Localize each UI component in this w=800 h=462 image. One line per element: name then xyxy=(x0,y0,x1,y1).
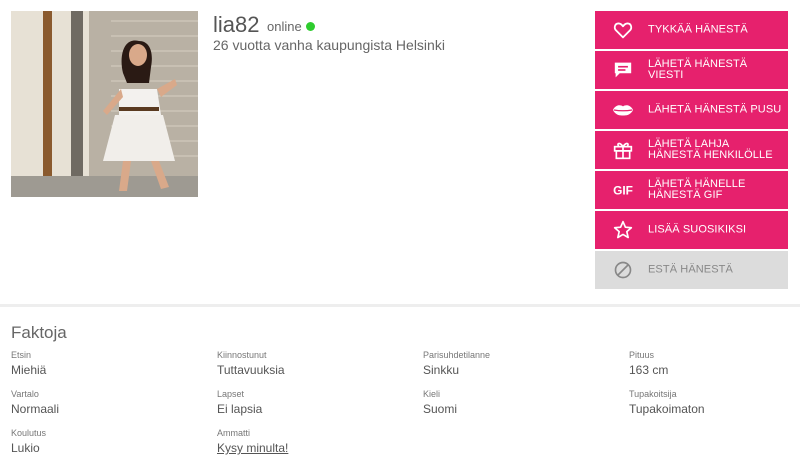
fact-children: Lapset Ei lapsia xyxy=(217,389,262,416)
gif-icon: GIF xyxy=(612,179,634,201)
svg-text:GIF: GIF xyxy=(613,184,633,197)
fact-label: Kieli xyxy=(423,389,441,399)
message-icon xyxy=(612,59,634,81)
fact-label: Kiinnostunut xyxy=(217,350,267,360)
action-panel: Tykkää hänestä Lähetä hänestä viesti Läh… xyxy=(595,11,788,291)
fact-interested-in: Kiinnostunut Tuttavuuksia xyxy=(217,350,285,377)
fact-label: Tupakoitsija xyxy=(629,389,677,399)
send-gif-button-label: Lähetä hänelle hänestä GIF xyxy=(648,178,746,201)
fact-value: Lukio xyxy=(11,441,40,455)
block-button[interactable]: Estä hänestä xyxy=(595,251,788,289)
profile-subtitle: 26 vuotta vanha kaupungista Helsinki xyxy=(213,37,445,53)
online-dot-icon xyxy=(305,22,315,31)
lips-icon xyxy=(612,99,634,121)
fact-label: Vartalo xyxy=(11,389,39,399)
fact-height: Pituus 163 cm xyxy=(629,350,668,377)
fact-education: Koulutus Lukio xyxy=(11,428,46,455)
block-icon xyxy=(612,259,634,281)
fact-occupation: Ammatti Kysy minulta! xyxy=(217,428,288,455)
fact-value: Ei lapsia xyxy=(217,402,263,416)
block-button-label: Estä hänestä xyxy=(648,263,733,276)
like-button-label: Tykkää hänestä xyxy=(648,23,748,36)
ask-me-link[interactable]: Kysy minulta! xyxy=(217,441,288,455)
facts-title: Faktoja xyxy=(11,323,67,342)
add-favorite-button[interactable]: Lisää suosikiksi xyxy=(595,211,788,249)
fact-label: Lapset xyxy=(217,389,245,399)
like-button[interactable]: Tykkää hänestä xyxy=(595,11,788,49)
fact-relationship-status: Parisuhdetilanne Sinkku xyxy=(423,350,490,377)
online-status-label: online xyxy=(267,19,302,34)
send-kiss-button-label: Lähetä hänestä pusu xyxy=(648,103,782,116)
fact-language: Kieli Suomi xyxy=(423,389,457,416)
fact-value: Tupakoimaton xyxy=(629,402,705,416)
send-gift-button-label: Lähetä lahja hänestä henkilölle xyxy=(648,138,773,161)
profile-photo[interactable] xyxy=(11,11,198,197)
fact-smoker: Tupakoitsija Tupakoimaton xyxy=(629,389,705,416)
fact-value: Sinkku xyxy=(423,363,460,377)
send-message-button[interactable]: Lähetä hänestä viesti xyxy=(595,51,788,89)
star-icon xyxy=(612,219,634,241)
add-favorite-button-label: Lisää suosikiksi xyxy=(648,223,747,236)
fact-label: Etsin xyxy=(11,350,32,360)
send-kiss-button[interactable]: Lähetä hänestä pusu xyxy=(595,91,788,129)
heart-icon xyxy=(612,19,634,41)
fact-value: Tuttavuuksia xyxy=(217,363,285,377)
fact-label: Parisuhdetilanne xyxy=(423,350,491,360)
fact-label: Ammatti xyxy=(217,428,251,438)
online-status: online xyxy=(267,19,315,34)
fact-label: Pituus xyxy=(629,350,655,360)
fact-looking-for: Etsin Miehiä xyxy=(11,350,46,377)
fact-value: Miehiä xyxy=(11,363,47,377)
fact-body-type: Vartalo Normaali xyxy=(11,389,59,416)
gift-icon xyxy=(612,139,634,161)
section-divider xyxy=(0,304,800,307)
send-message-button-label: Lähetä hänestä viesti xyxy=(648,58,748,81)
send-gift-button[interactable]: Lähetä lahja hänestä henkilölle xyxy=(595,131,788,169)
fact-value: Suomi xyxy=(423,402,458,416)
fact-label: Koulutus xyxy=(11,428,47,438)
profile-username: lia82 xyxy=(213,12,260,37)
send-gif-button[interactable]: GIF Lähetä hänelle hänestä GIF xyxy=(595,171,788,209)
fact-value: Normaali xyxy=(11,402,60,416)
fact-value: 163 cm xyxy=(629,363,669,377)
